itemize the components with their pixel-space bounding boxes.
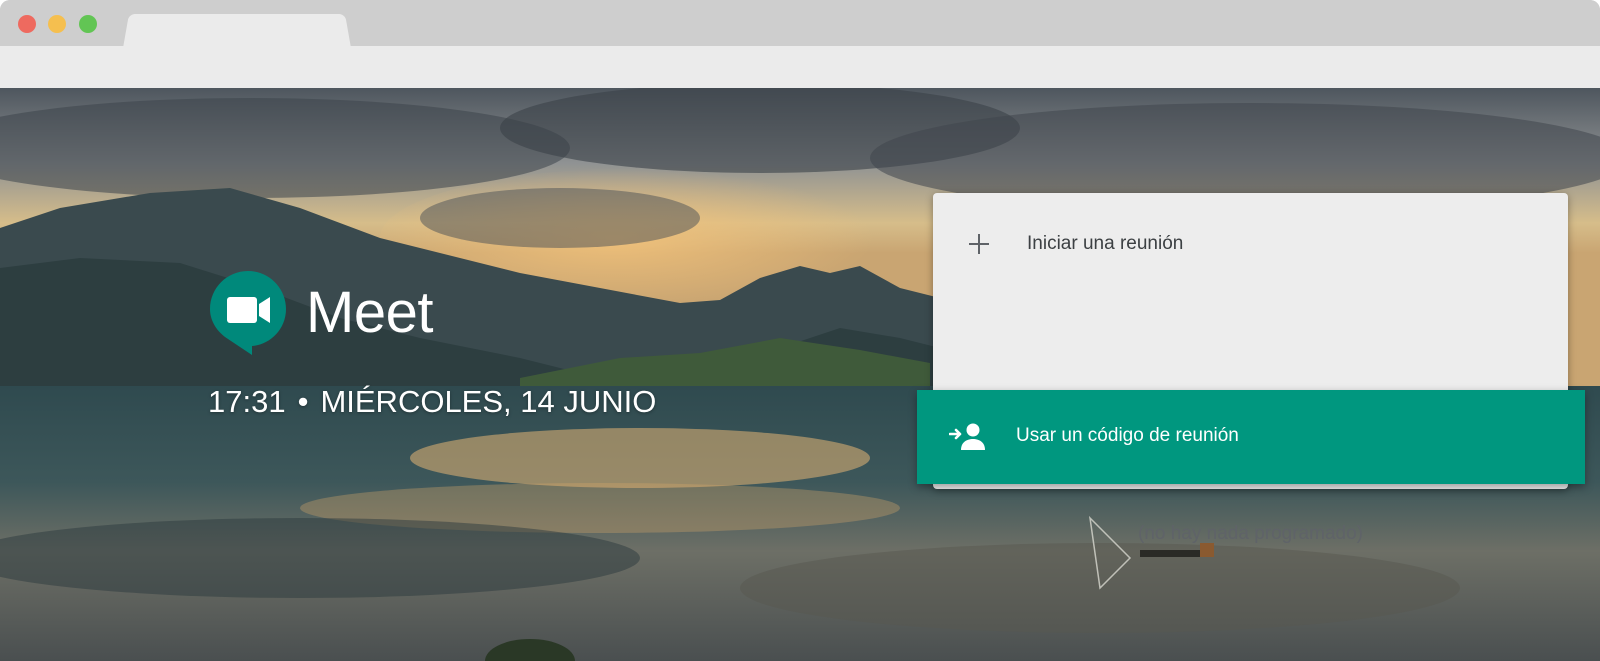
meet-brand: Meet (210, 271, 433, 355)
app-name: Meet (306, 280, 433, 345)
current-time: 17:31 (208, 384, 286, 419)
use-meeting-code-label: Usar un código de reunión (1016, 425, 1239, 446)
start-meeting-button[interactable]: Iniciar una reunión (933, 193, 1568, 297)
browser-tab[interactable] (132, 14, 342, 48)
meet-home-page: Meet 17:31 • MIÉRCOLES, 14 JUNIO Iniciar u… (0, 88, 1600, 661)
minimize-window-button[interactable] (48, 15, 66, 33)
meet-logo-icon (210, 271, 286, 355)
date-time-display: 17:31 • MIÉRCOLES, 14 JUNIO (208, 384, 656, 420)
browser-toolbar (0, 46, 1600, 88)
maximize-window-button[interactable] (79, 15, 97, 33)
start-meeting-label: Iniciar una reunión (1027, 233, 1184, 254)
use-meeting-code-button[interactable]: Usar un código de reunión (917, 390, 1585, 484)
person-add-icon (949, 423, 985, 450)
current-date: MIÉRCOLES, 14 JUNIO (320, 384, 657, 419)
close-window-button[interactable] (18, 15, 36, 33)
title-bar (0, 0, 1600, 48)
plus-icon (969, 234, 989, 254)
empty-schedule-text: (no hay nada programado) (1138, 523, 1363, 544)
time-date-separator: • (297, 384, 309, 419)
browser-window: Meet 17:31 • MIÉRCOLES, 14 JUNIO Iniciar u… (0, 0, 1600, 661)
